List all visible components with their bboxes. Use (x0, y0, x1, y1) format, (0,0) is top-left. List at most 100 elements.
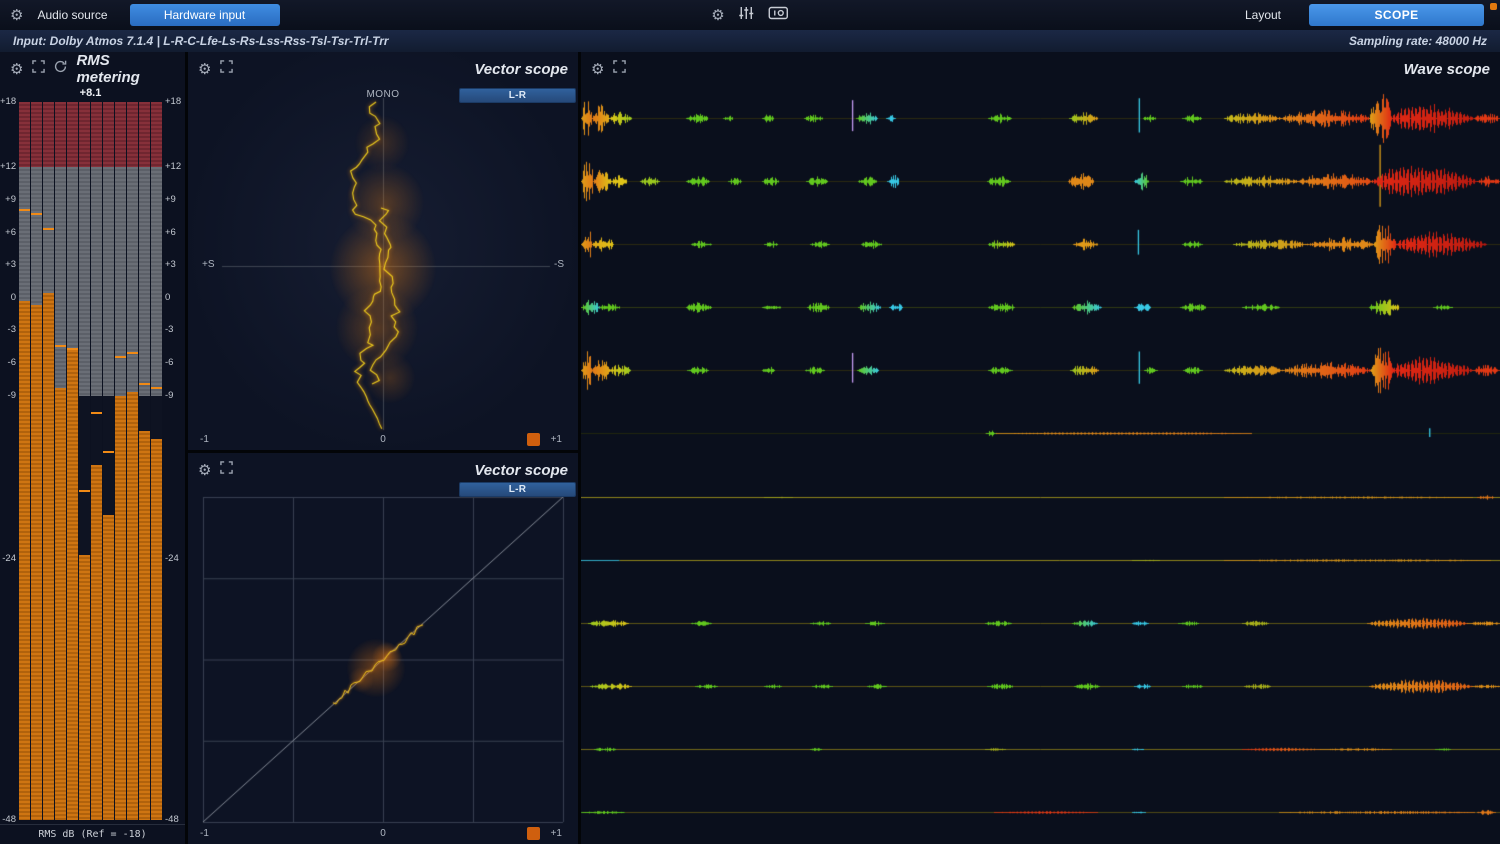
rms-scale-tick: +18 (163, 97, 185, 107)
meter-zone (91, 102, 102, 167)
meter-zone (103, 515, 114, 820)
meter-zone (127, 167, 138, 395)
gear-icon[interactable]: ⚙ (198, 463, 211, 478)
vector-top-header: ⚙ Vector scope (188, 52, 578, 86)
gear-icon[interactable]: ⚙ (591, 62, 604, 77)
meter-zone (115, 167, 126, 395)
meter-zone (103, 451, 114, 453)
meter-zone (127, 102, 138, 167)
meter-zone (79, 555, 90, 820)
topbar: ⚙ Audio source Hardware input ⚙ Layout S (0, 0, 1500, 30)
mono-label: MONO (188, 89, 578, 100)
rms-scale-tick: +3 (0, 260, 17, 270)
axis-right-label: +1 (551, 828, 562, 839)
rms-metering-panel: ⚙ RMS metering +8.1 +18+12+9+6+30-3-6-9-… (0, 52, 185, 844)
fullscreen-icon[interactable] (613, 60, 626, 78)
meter-zone (151, 439, 162, 820)
settings-gear-icon[interactable]: ⚙ (10, 8, 23, 23)
meter-zone (55, 345, 66, 347)
minus-s-label: -S (554, 259, 564, 270)
rms-scale-tick: +6 (163, 228, 185, 238)
meter-zone (31, 305, 42, 820)
rms-scale-tick: -3 (0, 325, 17, 335)
axis-right-label: +1 (551, 434, 562, 445)
clip-indicator[interactable] (527, 827, 540, 840)
meter-zone (151, 387, 162, 389)
meter-zone (115, 102, 126, 167)
infobar: Input: Dolby Atmos 7.1.4 | L-R-C-Lfe-Ls-… (0, 30, 1500, 52)
meter-zone (79, 102, 90, 167)
rms-meter-bar-L (19, 102, 30, 820)
rms-meter-bar-Ls (67, 102, 78, 820)
refresh-icon[interactable] (54, 60, 67, 78)
gear-icon[interactable]: ⚙ (10, 62, 23, 77)
meter-zone (55, 388, 66, 820)
rms-scale-tick: -9 (163, 391, 185, 401)
rms-footer-label: RMS dB (Ref = -18) (0, 824, 185, 840)
meter-zone (67, 102, 78, 167)
panel-title: Wave scope (1404, 61, 1490, 78)
meter-zone (91, 167, 102, 395)
sampling-rate-text: Sampling rate: 48000 Hz (1349, 34, 1487, 48)
meter-zone (19, 209, 30, 211)
topbar-right: Layout SCOPE (1231, 4, 1484, 26)
meter-zone (127, 352, 138, 354)
gear-icon[interactable]: ⚙ (711, 8, 724, 23)
rms-meter-bar-R (31, 102, 42, 820)
meter-zone (79, 167, 90, 395)
wave-canvas (581, 86, 1500, 844)
fullscreen-icon[interactable] (220, 461, 233, 479)
input-format-text: Input: Dolby Atmos 7.1.4 | L-R-C-Lfe-Ls-… (13, 34, 389, 48)
hardware-input-button[interactable]: Hardware input (130, 4, 280, 26)
rms-scale-tick: -9 (0, 391, 17, 401)
meter-zone (91, 412, 102, 414)
rms-scale-tick: -6 (0, 358, 17, 368)
meter-zone (139, 383, 150, 385)
rms-meter-bar-Lss (91, 102, 102, 820)
fullscreen-icon[interactable] (32, 60, 45, 78)
meter-zone (79, 490, 90, 492)
gear-icon[interactable]: ⚙ (198, 62, 211, 77)
fullscreen-icon[interactable] (220, 60, 233, 78)
meter-zone (115, 356, 126, 358)
rms-scale-left: +18+12+9+6+30-3-6-9-24-48 (0, 102, 17, 820)
clip-indicator[interactable] (527, 433, 540, 446)
rms-meter-bar-Trl (139, 102, 150, 820)
plus-s-label: +S (202, 259, 215, 270)
mixer-sliders-icon[interactable] (739, 6, 755, 25)
meter-zone (67, 348, 78, 350)
app-root: ⚙ Audio source Hardware input ⚙ Layout S (0, 0, 1500, 844)
vector-bottom-header: ⚙ Vector scope (188, 453, 578, 487)
wave-panel-header: ⚙ Wave scope (581, 52, 1500, 86)
meter-zone (19, 301, 30, 820)
rms-meter-bar-Rs (79, 102, 90, 820)
layout-button[interactable]: Layout (1245, 8, 1281, 22)
panel-title: Vector scope (474, 61, 568, 78)
panel-title: Vector scope (474, 462, 568, 479)
audio-source-button[interactable]: Audio source (37, 8, 107, 22)
rms-panel-header: ⚙ RMS metering (0, 52, 185, 86)
rms-scale-tick: +9 (0, 195, 17, 205)
topbar-center-icons: ⚙ (711, 6, 788, 25)
meter-zone (127, 392, 138, 820)
status-dot (1490, 3, 1497, 10)
rms-meter-bar-Tsl (115, 102, 126, 820)
rms-scale-tick: +9 (163, 195, 185, 205)
rms-meter-bar-Rss (103, 102, 114, 820)
meter-zone (43, 102, 54, 167)
meter-zone (67, 350, 78, 820)
rms-scale-tick: +12 (163, 162, 185, 172)
meter-zone (103, 102, 114, 167)
rms-scale-tick: -6 (163, 358, 185, 368)
meter-zone (151, 167, 162, 395)
meter-zone (43, 293, 54, 820)
meter-zone (139, 431, 150, 820)
io-routing-icon[interactable] (769, 6, 789, 25)
meter-zone (55, 167, 66, 395)
rms-scale-tick: -24 (163, 554, 185, 564)
scope-button[interactable]: SCOPE (1309, 4, 1484, 26)
rms-scale-tick: +18 (0, 97, 17, 107)
meter-zone (91, 465, 102, 820)
rms-meter-bar-Lfe (55, 102, 66, 820)
rms-scale-tick: +12 (0, 162, 17, 172)
